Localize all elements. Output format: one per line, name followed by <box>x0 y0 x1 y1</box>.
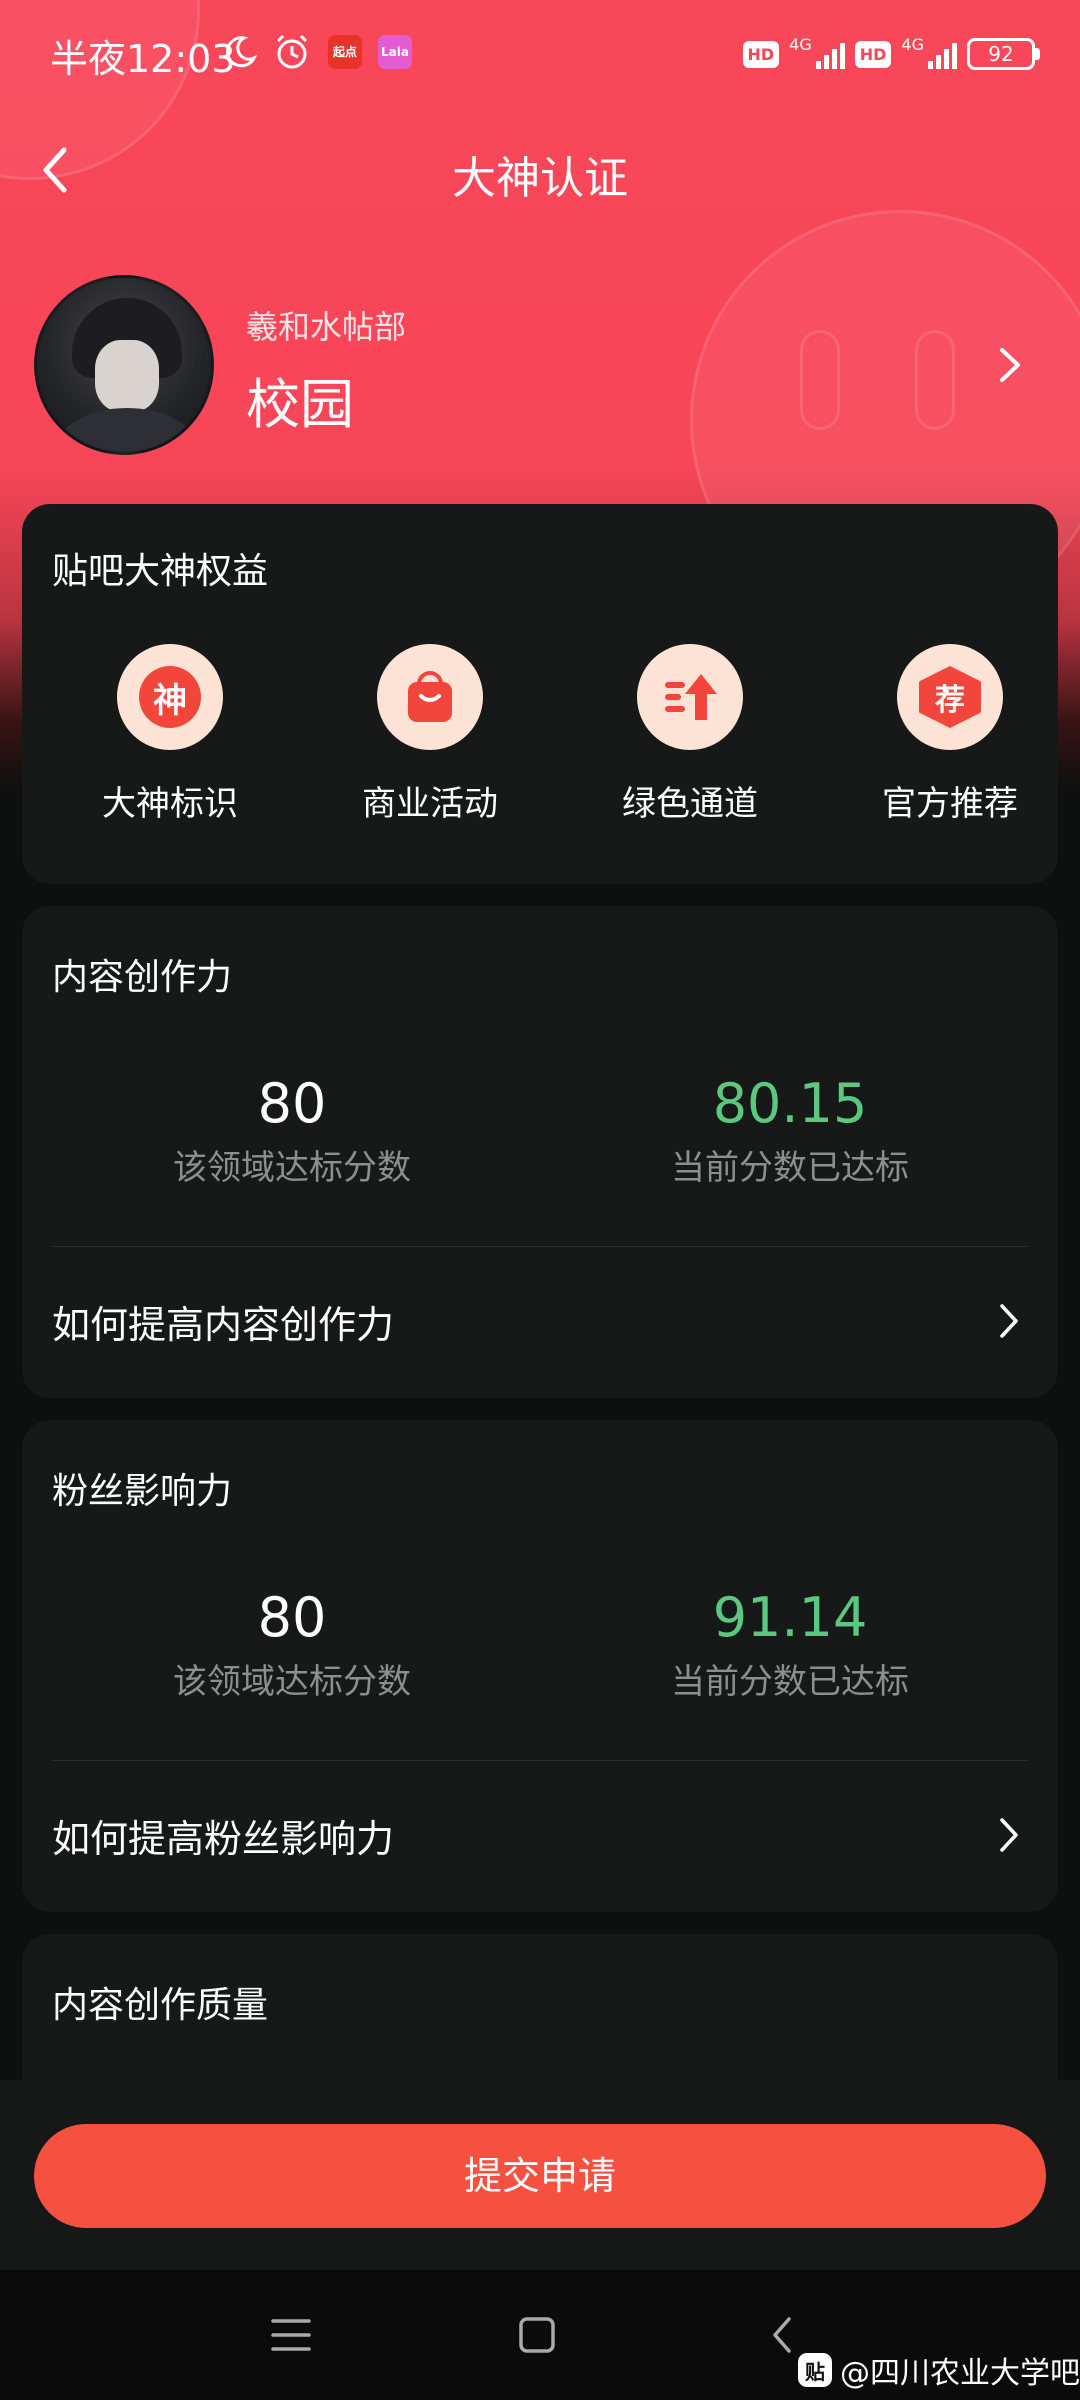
home-square-icon <box>519 2317 555 2353</box>
lala-app-icon: Lala <box>378 32 412 72</box>
improve-content-link[interactable]: 如何提高内容创作力 <box>22 1246 1058 1396</box>
benefit-item[interactable]: 商业活动 <box>330 644 530 825</box>
benefits-title: 贴吧大神权益 <box>52 551 269 592</box>
shen-icon: 神 <box>117 644 223 750</box>
profile-name: 校园 <box>246 373 354 436</box>
benefit-label: 绿色通道 <box>622 784 758 824</box>
improve-fans-link[interactable]: 如何提高粉丝影响力 <box>22 1760 1058 1910</box>
current-label: 当前分数已达标 <box>671 1662 909 1702</box>
benefit-label: 官方推荐 <box>882 784 1018 824</box>
avatar[interactable] <box>34 275 214 455</box>
current-score: 91.14 当前分数已达标 <box>560 1586 1020 1703</box>
benefit-item[interactable]: 绿色通道 <box>590 644 790 825</box>
benefits-card: 贴吧大神权益 神 大神标识 商业活动 绿色通道 荐 官方推荐 <box>22 504 1058 884</box>
current-label: 当前分数已达标 <box>671 1148 909 1188</box>
benefit-item[interactable]: 神 大神标识 <box>70 644 270 825</box>
qidian-badge: 起点 <box>328 35 362 69</box>
bottom-action-bar: 提交申请 <box>0 2080 1080 2270</box>
menu-icon <box>271 2319 311 2351</box>
current-value: 91.14 <box>712 1586 868 1649</box>
forum-name: 羲和水帖部 <box>246 308 407 346</box>
profile-detail-button[interactable] <box>990 340 1030 390</box>
watermark-text: @四川农业大学吧 <box>840 2356 1080 2391</box>
chevron-right-icon <box>1000 1304 1018 1338</box>
section-title: 内容创作质量 <box>52 1985 269 2026</box>
threshold-value: 80 <box>257 1072 327 1135</box>
tieba-logo-icon: 贴 <box>798 2353 832 2387</box>
decorative-eye-right <box>915 330 955 430</box>
chevron-right-icon <box>1000 1818 1018 1852</box>
status-time: 半夜12:03 <box>50 37 236 81</box>
content-creation-card: 内容创作力 80 该领域达标分数 80.15 当前分数已达标 如何提高内容创作力 <box>22 906 1058 1398</box>
battery-icon: 92 <box>967 38 1040 70</box>
link-text: 如何提高内容创作力 <box>52 1303 395 1347</box>
threshold-label: 该领域达标分数 <box>173 1662 411 1702</box>
chevron-left-icon <box>773 2317 791 2353</box>
benefit-label: 大神标识 <box>102 784 238 824</box>
chevron-right-icon <box>1000 348 1020 382</box>
section-title: 内容创作力 <box>52 957 233 998</box>
shopping-bag-icon <box>377 644 483 750</box>
threshold-value: 80 <box>257 1586 327 1649</box>
home-nav-button[interactable] <box>502 2300 572 2370</box>
submit-application-button[interactable]: 提交申请 <box>34 2124 1046 2228</box>
network-type: 4G <box>901 34 924 54</box>
current-score: 80.15 当前分数已达标 <box>560 1072 1020 1189</box>
decorative-eye-left <box>800 330 840 430</box>
qidian-app-icon: 起点 <box>328 32 362 72</box>
alarm-icon <box>272 32 312 72</box>
signal-icon <box>928 39 957 69</box>
threshold-score: 80 该领域达标分数 <box>62 1586 522 1703</box>
hd-badge: HD <box>742 40 780 68</box>
watermark: 贴 @四川农业大学吧 <box>798 2348 1080 2392</box>
battery-level: 92 <box>967 38 1035 70</box>
current-value: 80.15 <box>712 1072 868 1135</box>
recommend-icon: 荐 <box>897 644 1003 750</box>
menu-nav-button[interactable] <box>256 2300 326 2370</box>
signal-icon <box>815 39 845 69</box>
status-bar: 半夜12:03 起点 Lala HD 4G HD 4G 92 <box>0 0 1080 110</box>
network-type: 4G <box>789 34 812 54</box>
lala-badge: Lala <box>378 35 412 69</box>
hd-badge: HD <box>854 40 892 68</box>
section-title: 粉丝影响力 <box>52 1471 233 1512</box>
status-indicators: HD 4G HD 4G 92 <box>742 32 1040 76</box>
benefit-label: 商业活动 <box>362 784 498 824</box>
page-title: 大神认证 <box>452 153 628 204</box>
benefit-item[interactable]: 荐 官方推荐 <box>850 644 1050 825</box>
fast-track-icon <box>637 644 743 750</box>
link-text: 如何提高粉丝影响力 <box>52 1817 395 1861</box>
threshold-label: 该领域达标分数 <box>173 1148 411 1188</box>
fan-influence-card: 粉丝影响力 80 该领域达标分数 91.14 当前分数已达标 如何提高粉丝影响力 <box>22 1420 1058 1912</box>
moon-icon <box>222 32 258 72</box>
threshold-score: 80 该领域达标分数 <box>62 1072 522 1189</box>
